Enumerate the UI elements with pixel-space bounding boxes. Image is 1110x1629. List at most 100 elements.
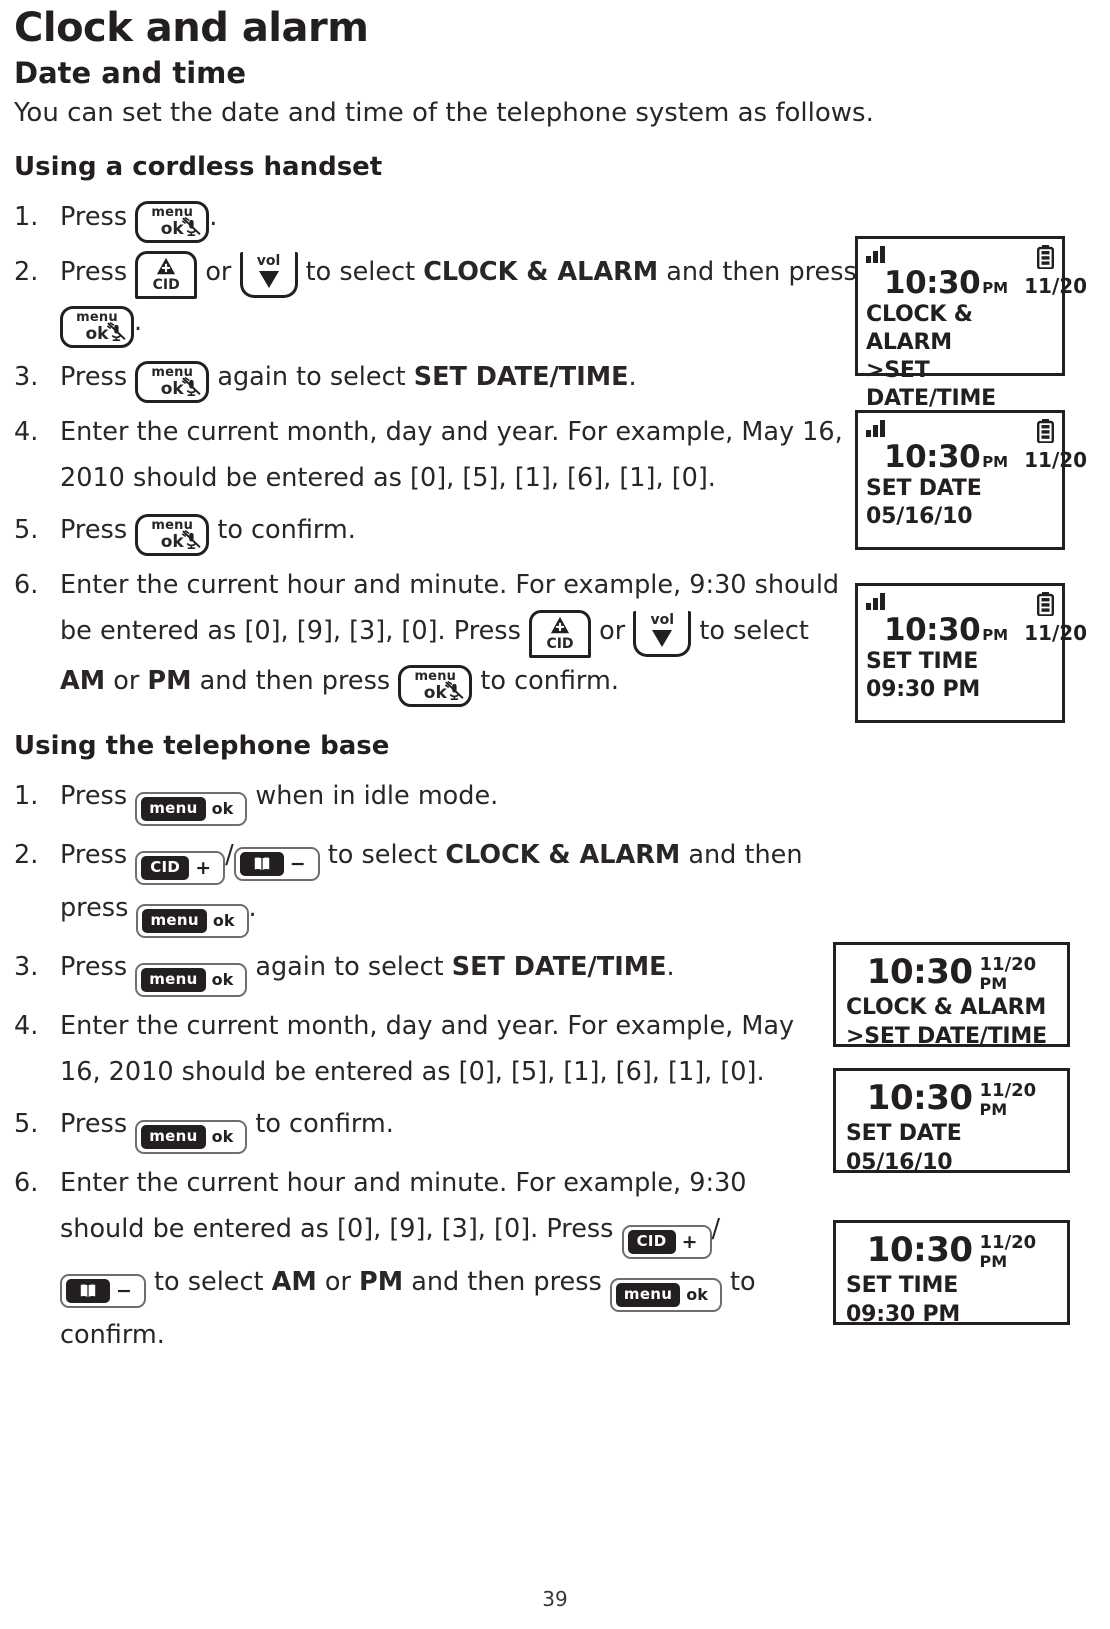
handset-menu-ok-key[interactable]: menu ok (398, 665, 473, 707)
handset-cid-up-key[interactable]: CID (529, 610, 591, 658)
time-row: 10:30 PM 11/20 (866, 265, 1087, 301)
phonebook-icon (66, 1279, 110, 1303)
screen-line-1: SET TIME (866, 649, 979, 674)
base-menu-ok-key[interactable]: menu ok (135, 792, 248, 826)
base-phonebook-minus-key[interactable]: − (60, 1274, 146, 1308)
signal-bars-icon (866, 592, 890, 614)
key-label-ok: ok (211, 799, 234, 818)
step-text: to confirm. (247, 1109, 394, 1139)
step-number: 2. (14, 840, 39, 870)
step-text: / (225, 840, 234, 870)
clock-time: 10:30 (884, 612, 981, 648)
handset-cid-up-key[interactable]: CID (135, 251, 198, 299)
clock-time: 10:30 (866, 1078, 973, 1118)
base-menu-ok-key[interactable]: menu ok (135, 1120, 248, 1154)
handset-screen-3: 10:30 PM 11/20 SET TIME 09:30 PM (855, 583, 1087, 723)
base-screen-1: 10:30 11/20 PM CLOCK & ALARM >SET DATE/T… (833, 942, 1070, 1049)
page-title: Clock and alarm (14, 5, 369, 51)
clock-ampm: PM (979, 974, 1008, 993)
mute-icon (181, 530, 201, 550)
key-label-minus: − (289, 853, 306, 875)
base-menu-ok-key[interactable]: menu ok (136, 904, 249, 938)
screen-line-2: 09:30 PM (846, 1302, 961, 1327)
handset-menu-ok-key[interactable]: menu ok (135, 201, 210, 243)
base-phonebook-minus-key[interactable]: − (233, 847, 320, 881)
emphasis-text: CLOCK & ALARM (445, 840, 681, 870)
time-row: 10:30 PM 11/20 (866, 439, 1087, 475)
handset-menu-ok-key[interactable]: menu ok (135, 361, 210, 403)
key-label-menu: menu (142, 909, 207, 933)
step-body: Press menu ok. (60, 194, 859, 243)
step-text: to confirm. (472, 666, 619, 696)
battery-icon (1037, 245, 1055, 273)
clock-time: 10:30 (884, 439, 981, 475)
mute-icon (444, 681, 464, 701)
step-text: or (105, 666, 148, 696)
step-body: Enter the current hour and minute. For e… (60, 1160, 804, 1358)
handset-menu-ok-key[interactable]: menu ok (135, 514, 210, 556)
emphasis-text: CLOCK & ALARM (423, 257, 659, 287)
step-body: Enter the current month, day and year. F… (60, 409, 859, 501)
screen-line-2: >SET DATE/TIME (846, 1024, 1047, 1049)
time-row: 10:30 PM 11/20 (866, 612, 1087, 648)
step-text: to select (319, 840, 446, 870)
handset-step-list: 1. Press menu ok. 2. Press CID or vol to sel… (14, 194, 859, 707)
screen-line-1: SET DATE (846, 1121, 962, 1146)
screen-line-2: >SET DATE/TIME (866, 358, 996, 411)
step-text: when in idle mode. (247, 781, 499, 811)
step-body: Press menu ok to confirm. (60, 507, 859, 556)
step-text: . (209, 202, 218, 232)
base-cid-plus-key[interactable]: CID + (621, 1225, 712, 1259)
screen-line-2: 09:30 PM (866, 677, 981, 702)
step-item: 5. Press menu ok to confirm. (14, 507, 859, 556)
step-item: 5. Press menu ok to confirm. (14, 1101, 804, 1154)
step-body: Press menu ok when in idle mode. (60, 773, 804, 826)
step-text: again to select (209, 362, 414, 392)
key-label-menu: menu (141, 797, 206, 821)
handset-menu-ok-key[interactable]: menu ok (60, 306, 134, 348)
key-label-cid: CID (152, 277, 180, 293)
step-number: 3. (14, 362, 39, 392)
down-arrow-icon (258, 269, 280, 289)
status-row (866, 592, 1055, 617)
emphasis-text: SET DATE/TIME (451, 952, 667, 982)
step-text: Press (60, 840, 136, 870)
up-arrow-icon (156, 257, 176, 277)
step-text: . (134, 307, 143, 337)
step-text: to select (145, 1267, 272, 1297)
step-text: . (248, 893, 257, 923)
date-ampm-stack: 11/20 PM (980, 1231, 1037, 1271)
step-text: and then press (403, 1267, 610, 1297)
step-item: 4. Enter the current month, day and year.… (14, 1003, 804, 1095)
key-label-ok: ok (212, 911, 235, 930)
step-item: 2. Press CID or vol to select CLOCK & ALA… (14, 249, 859, 348)
step-number: 2. (14, 257, 39, 287)
emphasis-text: PM (359, 1267, 404, 1297)
key-label-cid: CID (546, 636, 574, 652)
base-cid-plus-key[interactable]: CID + (135, 851, 226, 885)
base-menu-ok-key[interactable]: menu ok (609, 1278, 722, 1312)
clock-ampm: PM (979, 1252, 1008, 1271)
step-text: . (628, 362, 637, 392)
step-number: 4. (14, 1011, 39, 1041)
step-number: 4. (14, 417, 39, 447)
handset-vol-down-key[interactable]: vol (633, 611, 692, 657)
step-body: Press CID or vol to select CLOCK & ALARM… (60, 249, 859, 348)
base-step-list: 1. Press menu ok when in idle mode. 2. Press… (14, 773, 804, 1358)
emphasis-text: PM (147, 666, 192, 696)
time-row: 10:30 11/20 PM (846, 1079, 1057, 1119)
intro-paragraph: You can set the date and time of the tel… (14, 98, 874, 128)
step-body: Press menu ok again to select SET DATE/TI… (60, 944, 804, 997)
time-row: 10:30 11/20 PM (846, 1231, 1057, 1271)
handset-screen-2: 10:30 PM 11/20 SET DATE 05/16/10 (855, 410, 1087, 550)
step-text: Enter the current month, day and year. F… (60, 417, 843, 493)
step-body: Press CID + / − to select CLOCK & ALARM and… (60, 832, 804, 938)
base-screen-3: 10:30 11/20 PM SET TIME 09:30 PM (833, 1220, 1070, 1327)
base-menu-ok-key[interactable]: menu ok (135, 963, 248, 997)
clock-ampm: PM (982, 626, 1009, 644)
clock-date: 11/20 (979, 954, 1037, 975)
step-item: 2. Press CID + / − to select CLOCK & ALARM a… (14, 832, 804, 938)
handset-vol-down-key[interactable]: vol (239, 252, 298, 298)
base-screen-2: 10:30 11/20 PM SET DATE 05/16/10 (833, 1068, 1070, 1175)
step-text: or (591, 616, 634, 646)
